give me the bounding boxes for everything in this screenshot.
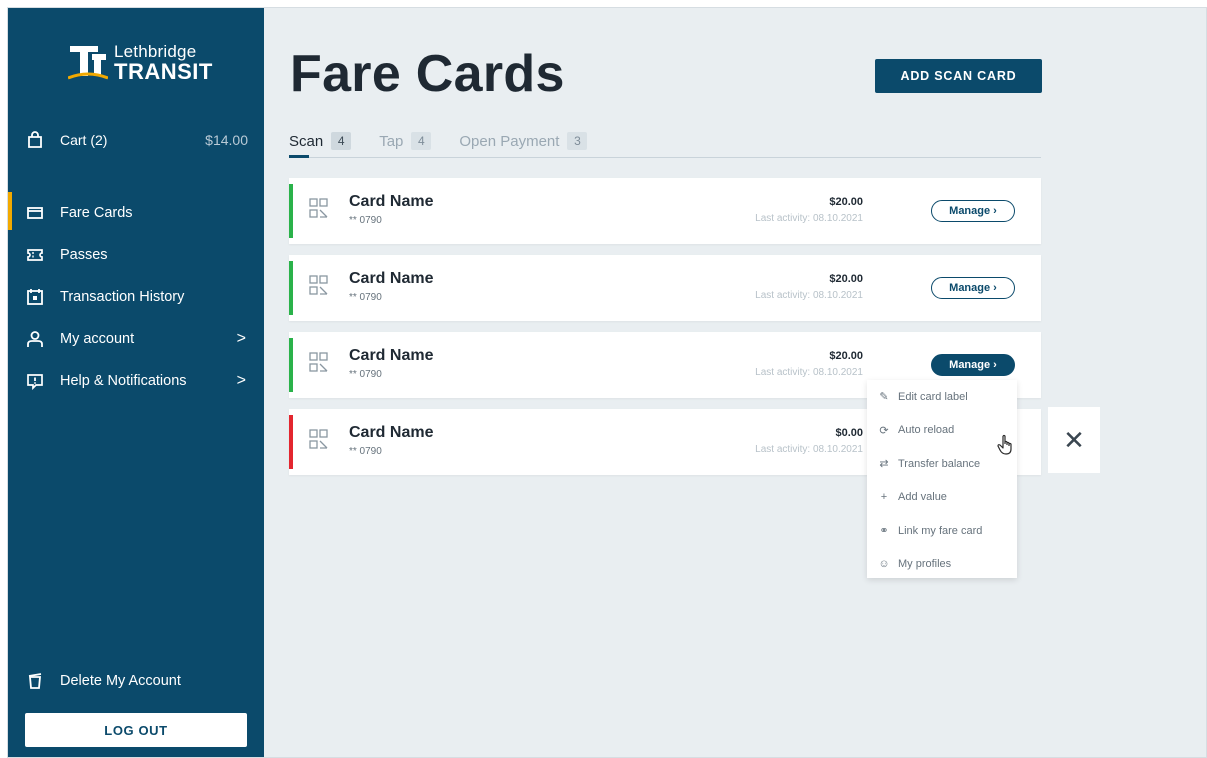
chevron-right-icon: > xyxy=(236,330,246,347)
sidebar-item-label: My account xyxy=(60,331,135,347)
app-frame: Lethbridge TRANSIT Cart (2) $14.00 Fare … xyxy=(7,7,1207,758)
cart-total: $14.00 xyxy=(205,132,248,148)
logo[interactable]: Lethbridge TRANSIT xyxy=(68,40,212,86)
tab-tap[interactable]: Tap 4 xyxy=(379,128,432,154)
tab-open-payment[interactable]: Open Payment 3 xyxy=(459,128,588,154)
qr-code-icon xyxy=(309,429,328,449)
chevron-right-icon: > xyxy=(236,372,246,389)
menu-item-label: My profiles xyxy=(898,558,952,571)
fare-card-row[interactable]: Card Name ** 0790 $20.00 Last activity: … xyxy=(289,178,1041,244)
qr-code-icon xyxy=(309,352,328,372)
manage-button[interactable]: Manage › xyxy=(931,277,1015,299)
sidebar-item-label: Transaction History xyxy=(60,289,185,305)
manage-button[interactable]: Manage › xyxy=(931,354,1015,376)
refresh-icon: ⟳ xyxy=(879,424,889,437)
menu-item-edit-card-label[interactable]: ✎ Edit card label xyxy=(867,380,1017,414)
calendar-icon xyxy=(26,288,44,306)
logo-text-line2: TRANSIT xyxy=(114,59,213,84)
delete-account-label: Delete My Account xyxy=(60,673,181,689)
menu-item-auto-reload[interactable]: ⟳ Auto reload xyxy=(867,414,1017,448)
fare-card-row[interactable]: Card Name ** 0790 $20.00 Last activity: … xyxy=(289,255,1041,321)
card-icon xyxy=(26,204,44,222)
close-icon: ✕ xyxy=(1063,424,1085,455)
sidebar-item-my-account[interactable]: My account > xyxy=(8,318,264,360)
menu-item-transfer-balance[interactable]: ⇄ Transfer balance xyxy=(867,447,1017,481)
alert-icon xyxy=(26,372,44,390)
sidebar-item-label: Fare Cards xyxy=(60,205,133,221)
status-bar xyxy=(289,261,293,315)
sidebar-nav: Fare Cards Passes Transaction History My… xyxy=(8,192,264,402)
menu-item-my-profiles[interactable]: ☺ My profiles xyxy=(867,548,1017,582)
sidebar-item-passes[interactable]: Passes xyxy=(8,234,264,276)
tab-label: Scan xyxy=(289,132,324,150)
card-name: Card Name xyxy=(349,270,434,287)
card-number: ** 0790 xyxy=(349,369,382,380)
card-balance: $20.00 xyxy=(829,350,863,362)
hand-pointer-cursor-icon xyxy=(997,434,1012,455)
ticket-icon xyxy=(26,246,44,264)
menu-item-label: Edit card label xyxy=(898,390,968,403)
transfer-icon: ⇄ xyxy=(879,458,889,471)
cart-link[interactable]: Cart (2) $14.00 xyxy=(26,128,248,152)
pencil-icon: ✎ xyxy=(879,391,889,404)
tab-label: Open Payment xyxy=(459,132,560,150)
sidebar-item-transaction-history[interactable]: Transaction History xyxy=(8,276,264,318)
card-name: Card Name xyxy=(349,424,434,441)
sidebar-item-fare-cards[interactable]: Fare Cards xyxy=(8,192,264,234)
cart-label: Cart (2) xyxy=(60,132,108,148)
menu-item-add-value[interactable]: + Add value xyxy=(867,481,1017,515)
manage-button[interactable]: Manage › xyxy=(931,200,1015,222)
menu-item-link-fare-card[interactable]: ⚭ Link my fare card xyxy=(867,514,1017,548)
card-name: Card Name xyxy=(349,193,434,210)
user-icon xyxy=(26,330,44,348)
shopping-bag-icon xyxy=(26,131,44,149)
last-activity: Last activity: 08.10.2021 xyxy=(755,213,863,224)
menu-item-label: Transfer balance xyxy=(898,457,981,470)
profiles-icon: ☺ xyxy=(878,558,890,571)
tab-count-badge: 3 xyxy=(567,132,588,150)
qr-code-icon xyxy=(309,198,328,218)
status-bar xyxy=(289,184,293,238)
card-number: ** 0790 xyxy=(349,292,382,303)
menu-item-label: Link my fare card xyxy=(898,524,983,537)
menu-item-label: Add value xyxy=(898,491,947,504)
link-icon: ⚭ xyxy=(879,525,889,538)
status-bar xyxy=(289,415,293,469)
status-bar xyxy=(289,338,293,392)
menu-item-label: Auto reload xyxy=(898,424,955,437)
qr-code-icon xyxy=(309,275,328,295)
manage-dropdown-menu: ✎ Edit card label ⟳ Auto reload ⇄ Transf… xyxy=(867,380,1017,578)
card-type-tabs: Scan 4 Tap 4 Open Payment 3 xyxy=(289,128,1041,158)
trash-icon xyxy=(26,672,44,690)
tab-count-badge: 4 xyxy=(411,132,432,150)
delete-account-link[interactable]: Delete My Account xyxy=(26,672,181,690)
card-number: ** 0790 xyxy=(349,215,382,226)
tab-label: Tap xyxy=(379,132,404,150)
sidebar: Lethbridge TRANSIT Cart (2) $14.00 Fare … xyxy=(8,8,264,757)
plus-icon: + xyxy=(880,491,888,504)
tab-count-badge: 4 xyxy=(331,132,352,150)
transit-logo-icon xyxy=(68,46,108,80)
last-activity: Last activity: 08.10.2021 xyxy=(755,367,863,378)
card-balance: $0.00 xyxy=(835,427,863,439)
sidebar-item-label: Passes xyxy=(60,247,108,263)
tab-scan[interactable]: Scan 4 xyxy=(289,128,352,158)
sidebar-item-label: Help & Notifications xyxy=(60,373,187,389)
last-activity: Last activity: 08.10.2021 xyxy=(755,290,863,301)
card-balance: $20.00 xyxy=(829,273,863,285)
sidebar-item-help-notifications[interactable]: Help & Notifications > xyxy=(8,360,264,402)
last-activity: Last activity: 08.10.2021 xyxy=(755,444,863,455)
card-name: Card Name xyxy=(349,347,434,364)
card-balance: $20.00 xyxy=(829,196,863,208)
add-scan-card-button[interactable]: ADD SCAN CARD xyxy=(875,59,1042,93)
page-title: Fare Cards xyxy=(290,45,565,103)
card-number: ** 0790 xyxy=(349,446,382,457)
close-menu-button[interactable]: ✕ xyxy=(1048,407,1100,473)
logout-button[interactable]: LOG OUT xyxy=(25,713,247,747)
